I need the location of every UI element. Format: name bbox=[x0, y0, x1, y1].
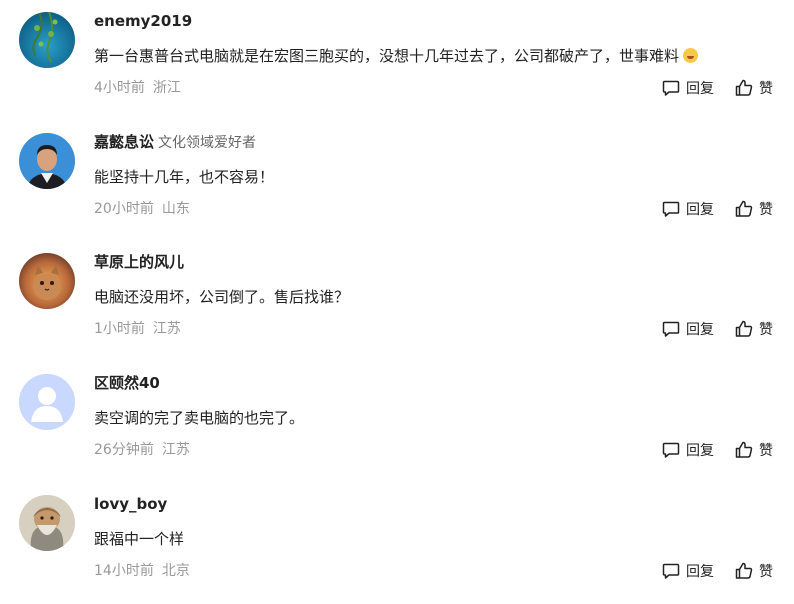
timestamp: 26分钟前 bbox=[94, 442, 154, 458]
reply-icon bbox=[662, 442, 680, 458]
thumbs-up-icon bbox=[735, 562, 753, 579]
like-label: 赞 bbox=[759, 81, 773, 97]
reply-button[interactable]: 回复 bbox=[661, 199, 714, 219]
comment-text: 卖空调的完了卖电脑的也完了。 bbox=[94, 406, 304, 430]
avatar[interactable] bbox=[19, 133, 75, 189]
comment-item: 草原上的风儿 电脑还没用坏，公司倒了。售后找谁？ 1小时前 江苏 回复 赞 bbox=[0, 241, 794, 362]
like-label: 赞 bbox=[759, 202, 773, 218]
user-badge: 文化领域爱好者 bbox=[158, 135, 257, 151]
comment-text-body: 能坚持十几年，也不容易！ bbox=[94, 168, 275, 186]
laughing-crying-emoji-icon bbox=[683, 48, 699, 63]
comment-text-body: 电脑还没用坏，公司倒了。售后找谁？ bbox=[94, 288, 350, 306]
timestamp: 4小时前 bbox=[94, 80, 145, 96]
reply-label: 回复 bbox=[686, 564, 714, 580]
comment-text-body: 卖空调的完了卖电脑的也完了。 bbox=[94, 409, 305, 427]
comment-actions: 回复 赞 bbox=[661, 319, 773, 339]
like-button[interactable]: 赞 bbox=[734, 78, 773, 98]
location: 北京 bbox=[161, 563, 190, 579]
comment-text-body: 跟福中一个样 bbox=[94, 530, 185, 548]
location: 山东 bbox=[161, 201, 190, 217]
comment-meta: 26分钟前 江苏 bbox=[94, 440, 190, 460]
reply-label: 回复 bbox=[686, 322, 714, 338]
comment-header: 区颐然40 bbox=[94, 373, 160, 393]
location: 浙江 bbox=[152, 80, 181, 96]
thumbs-up-icon bbox=[735, 200, 753, 217]
comment-header: enemy2019 bbox=[94, 11, 192, 31]
reply-label: 回复 bbox=[686, 443, 714, 459]
thumbs-up-icon bbox=[735, 441, 753, 458]
reply-icon bbox=[662, 563, 680, 579]
reply-button[interactable]: 回复 bbox=[661, 319, 714, 339]
avatar[interactable] bbox=[19, 495, 75, 551]
username[interactable]: 区颐然40 bbox=[94, 374, 160, 392]
like-button[interactable]: 赞 bbox=[734, 199, 773, 219]
avatar[interactable] bbox=[19, 12, 75, 68]
comment-text: 能坚持十几年，也不容易！ bbox=[94, 165, 274, 189]
comment-actions: 回复 赞 bbox=[661, 78, 773, 98]
like-label: 赞 bbox=[759, 322, 773, 338]
username[interactable]: 嘉懿息讼 bbox=[94, 133, 154, 151]
username[interactable]: enemy2019 bbox=[94, 12, 192, 30]
timestamp: 20小时前 bbox=[94, 201, 154, 217]
like-label: 赞 bbox=[759, 564, 773, 580]
location: 江苏 bbox=[152, 321, 181, 337]
comment-text: 第一台惠普台式电脑就是在宏图三胞买的，没想十几年过去了，公司都破产了，世事难料 bbox=[94, 44, 699, 68]
comment-actions: 回复 赞 bbox=[661, 440, 773, 460]
reply-button[interactable]: 回复 bbox=[661, 78, 714, 98]
comment-header: lovy_boy bbox=[94, 494, 167, 514]
comment-item: 区颐然40 卖空调的完了卖电脑的也完了。 26分钟前 江苏 回复 赞 bbox=[0, 362, 794, 483]
reply-label: 回复 bbox=[686, 202, 714, 218]
comment-meta: 4小时前 浙江 bbox=[94, 78, 181, 98]
reply-button[interactable]: 回复 bbox=[661, 440, 714, 460]
avatar[interactable] bbox=[19, 253, 75, 309]
like-button[interactable]: 赞 bbox=[734, 319, 773, 339]
like-label: 赞 bbox=[759, 443, 773, 459]
comment-meta: 14小时前 北京 bbox=[94, 561, 190, 581]
comment-item: enemy2019 第一台惠普台式电脑就是在宏图三胞买的，没想十几年过去了，公司… bbox=[0, 0, 794, 121]
comment-item: 嘉懿息讼 文化领域爱好者 能坚持十几年，也不容易！ 20小时前 山东 回复 赞 bbox=[0, 121, 794, 242]
reply-icon bbox=[662, 80, 680, 96]
username[interactable]: 草原上的风儿 bbox=[94, 253, 184, 271]
comment-text: 跟福中一个样 bbox=[94, 527, 184, 551]
like-button[interactable]: 赞 bbox=[734, 440, 773, 460]
location: 江苏 bbox=[161, 442, 190, 458]
comment-header: 草原上的风儿 bbox=[94, 252, 184, 272]
comment-text-body: 第一台惠普台式电脑就是在宏图三胞买的，没想十几年过去了，公司都破产了，世事难料 bbox=[94, 47, 680, 65]
avatar[interactable] bbox=[19, 374, 75, 430]
comment-meta: 1小时前 江苏 bbox=[94, 319, 181, 339]
comment-item: lovy_boy 跟福中一个样 14小时前 北京 回复 赞 bbox=[0, 483, 794, 604]
timestamp: 1小时前 bbox=[94, 321, 145, 337]
comment-header: 嘉懿息讼 文化领域爱好者 bbox=[94, 132, 256, 152]
like-button[interactable]: 赞 bbox=[734, 561, 773, 581]
comment-actions: 回复 赞 bbox=[661, 561, 773, 581]
comment-meta: 20小时前 山东 bbox=[94, 199, 190, 219]
timestamp: 14小时前 bbox=[94, 563, 154, 579]
thumbs-up-icon bbox=[735, 320, 753, 337]
thumbs-up-icon bbox=[735, 79, 753, 96]
comment-actions: 回复 赞 bbox=[661, 199, 773, 219]
reply-label: 回复 bbox=[686, 81, 714, 97]
username[interactable]: lovy_boy bbox=[94, 495, 167, 513]
comment-text: 电脑还没用坏，公司倒了。售后找谁？ bbox=[94, 285, 349, 309]
reply-button[interactable]: 回复 bbox=[661, 561, 714, 581]
reply-icon bbox=[662, 321, 680, 337]
reply-icon bbox=[662, 201, 680, 217]
